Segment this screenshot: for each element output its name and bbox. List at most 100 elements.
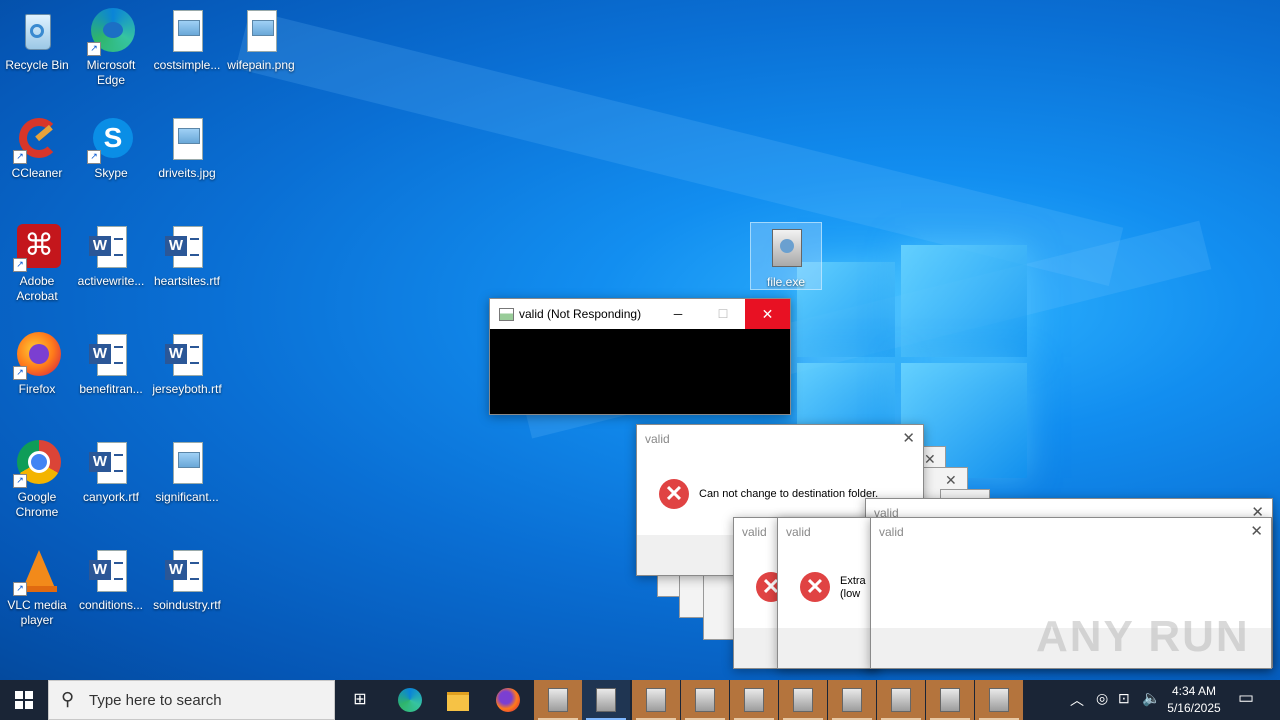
shortcut-arrow-icon: ↗ xyxy=(13,582,27,596)
desktop: Recycle Bin ↗ Microsoft Edge costsimple.… xyxy=(0,0,1280,680)
windows-start-icon xyxy=(15,691,33,709)
desktop-icon-firefox[interactable]: ↗ Firefox xyxy=(0,332,74,397)
desktop-icon-label: Microsoft Edge xyxy=(86,58,136,87)
desktop-icon-wifepain[interactable]: wifepain.png xyxy=(224,8,298,73)
maximize-button[interactable]: ☐ xyxy=(705,299,741,329)
taskbar-app-valid[interactable] xyxy=(730,680,778,720)
installer-icon xyxy=(891,688,911,712)
edge-icon: ↗ xyxy=(87,8,135,56)
notifications-icon[interactable]: ▭ xyxy=(1238,688,1254,708)
clock-date: 5/16/2025 xyxy=(1167,701,1221,715)
installer-icon xyxy=(793,688,813,712)
skype-icon: S ↗ xyxy=(87,116,135,164)
desktop-icon-conditions[interactable]: W conditions... xyxy=(74,548,148,613)
dialog-close-button[interactable]: ✕ xyxy=(902,429,915,447)
desktop-icon-label: Adobe Acrobat xyxy=(16,274,58,303)
dialog-footer xyxy=(778,628,878,668)
desktop-icon-label: jerseyboth.rtf xyxy=(152,382,222,396)
desktop-icon-vlc[interactable]: ↗ VLC media player xyxy=(0,548,74,628)
taskbar-app-valid[interactable] xyxy=(681,680,729,720)
desktop-icon-label: CCleaner xyxy=(11,166,63,180)
desktop-icon-label: conditions... xyxy=(78,598,144,612)
installer-icon xyxy=(762,225,810,273)
close-button[interactable]: ✕ xyxy=(745,299,790,329)
desktop-icon-label: activewrite... xyxy=(77,274,145,288)
ccleaner-icon: ↗ xyxy=(13,116,61,164)
anyrun-watermark: ANY RUN xyxy=(1036,612,1250,661)
shortcut-arrow-icon: ↗ xyxy=(87,150,101,164)
installer-icon xyxy=(744,688,764,712)
desktop-icon-canyork[interactable]: W canyork.rtf xyxy=(74,440,148,505)
taskbar-app-valid[interactable] xyxy=(632,680,680,720)
close-icon[interactable]: ✕ xyxy=(945,472,957,489)
start-button[interactable] xyxy=(0,680,48,720)
taskbar-app-valid[interactable] xyxy=(828,680,876,720)
clock-time: 4:34 AM xyxy=(1171,684,1217,698)
clock[interactable]: 4:34 AM 5/16/2025 xyxy=(1162,683,1226,717)
task-view-icon: ⊞ xyxy=(353,691,367,708)
taskbar-app-valid[interactable] xyxy=(926,680,974,720)
desktop-icon-label: Skype xyxy=(94,166,128,180)
search-box[interactable]: ⚲ Type here to search xyxy=(48,680,335,720)
show-hidden-icons-chevron[interactable]: ︿ xyxy=(1070,690,1084,710)
shortcut-arrow-icon: ↗ xyxy=(13,258,27,272)
firefox-icon xyxy=(496,688,520,712)
desktop-icon-label: Firefox xyxy=(18,382,56,396)
minimize-button[interactable]: ─ xyxy=(660,299,696,329)
window-titlebar[interactable]: valid (Not Responding) ─ ☐ ✕ xyxy=(490,299,790,329)
error-icon: ✕ xyxy=(800,572,830,602)
taskbar-firefox[interactable] xyxy=(484,680,532,720)
desktop-icon-jerseyboth[interactable]: W jerseyboth.rtf xyxy=(150,332,224,397)
image-file-icon xyxy=(237,8,285,56)
desktop-icon-label: costsimple... xyxy=(153,58,221,72)
network-icon[interactable]: ⊡ xyxy=(1118,690,1130,707)
desktop-icon-file-exe[interactable]: file.exe xyxy=(750,222,822,290)
window-content xyxy=(490,329,790,414)
vlc-icon: ↗ xyxy=(13,548,61,596)
installer-icon xyxy=(842,688,862,712)
taskbar-app-valid[interactable] xyxy=(534,680,582,720)
desktop-icon-label: wifepain.png xyxy=(227,58,295,72)
desktop-icon-label: heartsites.rtf xyxy=(153,274,221,288)
error-dialog-second[interactable]: valid ✕ Extra (low xyxy=(777,517,879,669)
desktop-icon-label: significant... xyxy=(155,490,219,504)
taskbar-edge[interactable] xyxy=(386,680,434,720)
dialog-title: valid xyxy=(742,525,767,539)
desktop-icon-significant[interactable]: significant... xyxy=(150,440,224,505)
close-icon[interactable]: ✕ xyxy=(924,451,936,468)
desktop-icon-activewrite[interactable]: W activewrite... xyxy=(74,224,148,289)
desktop-icon-soindustry[interactable]: W soindustry.rtf xyxy=(150,548,224,613)
desktop-icon-edge[interactable]: ↗ Microsoft Edge xyxy=(74,8,148,88)
error-icon: ✕ xyxy=(659,479,689,509)
recycle-bin-icon xyxy=(13,8,61,56)
desktop-icon-skype[interactable]: S ↗ Skype xyxy=(74,116,148,181)
task-view-button[interactable]: ⊞ xyxy=(336,680,384,720)
taskbar-app-valid[interactable] xyxy=(877,680,925,720)
word-file-icon: W xyxy=(87,224,135,272)
installer-icon xyxy=(646,688,666,712)
desktop-icon-google-chrome[interactable]: ↗ Google Chrome xyxy=(0,440,74,520)
volume-icon[interactable]: 🔈 xyxy=(1142,689,1161,707)
desktop-icon-costsimple[interactable]: costsimple... xyxy=(150,8,224,73)
desktop-icon-adobe-acrobat[interactable]: ⌘ ↗ Adobe Acrobat xyxy=(0,224,74,304)
dialog-title: valid xyxy=(786,525,811,539)
desktop-icon-ccleaner[interactable]: ↗ CCleaner xyxy=(0,116,74,181)
dialog-close-button[interactable]: ✕ xyxy=(1250,522,1263,540)
taskbar-app-valid[interactable] xyxy=(779,680,827,720)
desktop-icon-driveits[interactable]: driveits.jpg xyxy=(150,116,224,181)
desktop-icon-label: Recycle Bin xyxy=(5,58,69,72)
installer-icon xyxy=(596,688,616,712)
word-file-icon: W xyxy=(87,548,135,596)
taskbar-app-valid[interactable] xyxy=(975,680,1023,720)
word-file-icon: W xyxy=(163,332,211,380)
desktop-icon-heartsites[interactable]: W heartsites.rtf xyxy=(150,224,224,289)
taskbar-file-explorer[interactable] xyxy=(434,680,482,720)
taskbar-app-valid-active[interactable] xyxy=(582,680,630,720)
shortcut-arrow-icon: ↗ xyxy=(13,474,27,488)
desktop-icon-recycle-bin[interactable]: Recycle Bin xyxy=(0,8,74,73)
shortcut-arrow-icon: ↗ xyxy=(13,150,27,164)
desktop-icon-benefitran[interactable]: W benefitran... xyxy=(74,332,148,397)
meet-now-icon[interactable]: ◎ xyxy=(1096,690,1108,707)
not-responding-window[interactable]: valid (Not Responding) ─ ☐ ✕ xyxy=(489,298,791,415)
word-file-icon: W xyxy=(87,440,135,488)
